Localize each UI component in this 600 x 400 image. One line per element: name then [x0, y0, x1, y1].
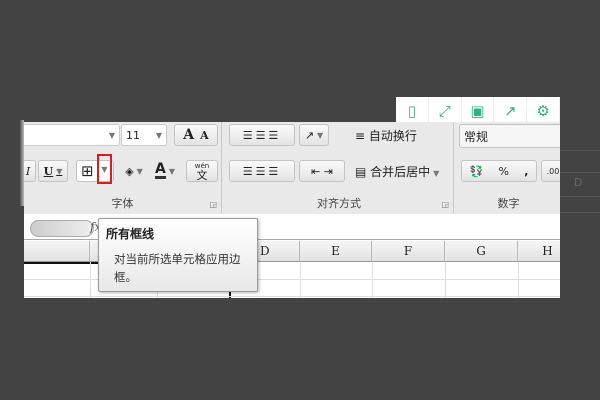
share-icon[interactable]: ↗ — [494, 97, 528, 125]
number-format-buttons: 💱%, — [461, 160, 537, 182]
merge-center-label: 合并后居中 — [370, 165, 431, 179]
font-size-value: 11 — [126, 128, 140, 142]
alignment-group: ☰☰☰ ↗ ▼ ≡ 自动换行 ☰☰☰ ⇤ ⇥ ▤ 合并后居中 ▼ 对齐方式 ◲ — [225, 122, 454, 214]
borders-dropdown-arrow[interactable]: ▼ — [97, 154, 112, 184]
column-header-f[interactable]: F — [372, 241, 445, 262]
ribbon: ▼ 11 ▼ AA I U ▼ ⊞ ▼ ◈ ▼ A ▼ wén 文 字体 ◲ ☰☰☰ ↗ ▼… — [24, 122, 560, 214]
alignment-dialog-launcher[interactable]: ◲ — [441, 200, 449, 209]
shrink-font-button[interactable]: A — [200, 129, 209, 142]
tooltip-title: 所有框线 — [106, 227, 155, 241]
number-format-select[interactable]: 常规 — [459, 124, 560, 148]
background-column-d: D — [574, 176, 583, 189]
column-header-h[interactable]: H — [518, 241, 560, 262]
tooltip-all-borders: 所有框线 对当前所选单元格应用边框。 — [98, 218, 258, 292]
fullscreen-icon[interactable]: ⤢ — [429, 97, 462, 125]
paint-bucket-icon: ◈ — [125, 164, 134, 178]
tooltip-body: 对当前所选单元格应用边框。 — [114, 252, 241, 284]
alignment-group-label: 对齐方式 — [317, 197, 361, 210]
underline-button[interactable]: U ▼ — [38, 160, 68, 182]
font-size-select[interactable]: 11 ▼ — [121, 124, 167, 146]
wrap-text-label: 自动换行 — [368, 129, 417, 143]
font-group: ▼ 11 ▼ AA I U ▼ ⊞ ▼ ◈ ▼ A ▼ wén 文 字体 ◲ — [24, 122, 222, 214]
gear-icon[interactable]: ⚙ — [527, 97, 560, 125]
save-icon[interactable]: ▣ — [462, 97, 495, 125]
phonetic-char: 文 — [196, 169, 208, 182]
column-header-a[interactable] — [24, 241, 90, 262]
tablet-icon[interactable]: ▯ — [396, 97, 429, 125]
number-group-label: 数字 — [497, 197, 520, 210]
name-box[interactable] — [30, 220, 94, 237]
grow-font-button[interactable]: A — [183, 127, 194, 143]
font-color-icon: A — [155, 161, 166, 179]
font-group-label: 字体 — [111, 197, 134, 210]
all-borders-icon: ⊞ — [81, 162, 94, 180]
phonetic-button[interactable]: wén 文 — [186, 160, 218, 182]
font-size-buttons: AA — [174, 124, 218, 146]
orientation-button[interactable]: ↗ ▼ — [299, 124, 329, 146]
viewer-toolbar: ▯ ⤢ ▣ ↗ ⚙ — [396, 97, 560, 125]
percent-button[interactable]: % — [499, 165, 509, 178]
font-name-select[interactable]: ▼ — [24, 124, 120, 146]
column-header-g[interactable]: G — [445, 241, 518, 262]
indent-buttons[interactable]: ⇤ ⇥ — [299, 160, 345, 182]
wrap-text-icon: ≡ — [355, 129, 369, 143]
vertical-align-buttons[interactable]: ☰☰☰ — [229, 124, 295, 146]
horizontal-align-buttons[interactable]: ☰☰☰ — [229, 160, 295, 182]
comma-button[interactable]: , — [524, 165, 528, 178]
fill-color-button[interactable]: ◈ ▼ — [118, 160, 150, 182]
italic-button[interactable]: I — [24, 160, 36, 182]
currency-icon[interactable]: 💱 — [470, 165, 484, 178]
font-color-button[interactable]: A ▼ — [150, 160, 180, 182]
merge-center-button[interactable]: ▤ 合并后居中 ▼ — [355, 163, 439, 180]
number-group: 常规 💱%, .00 数字 — [457, 122, 560, 214]
underline-label: U — [43, 164, 54, 178]
column-header-e[interactable]: E — [300, 241, 372, 262]
merge-icon: ▤ — [355, 165, 371, 179]
wrap-text-button[interactable]: ≡ 自动换行 — [355, 127, 417, 144]
increase-decimal-button[interactable]: .00 — [541, 160, 560, 182]
font-dialog-launcher[interactable]: ◲ — [209, 200, 217, 209]
